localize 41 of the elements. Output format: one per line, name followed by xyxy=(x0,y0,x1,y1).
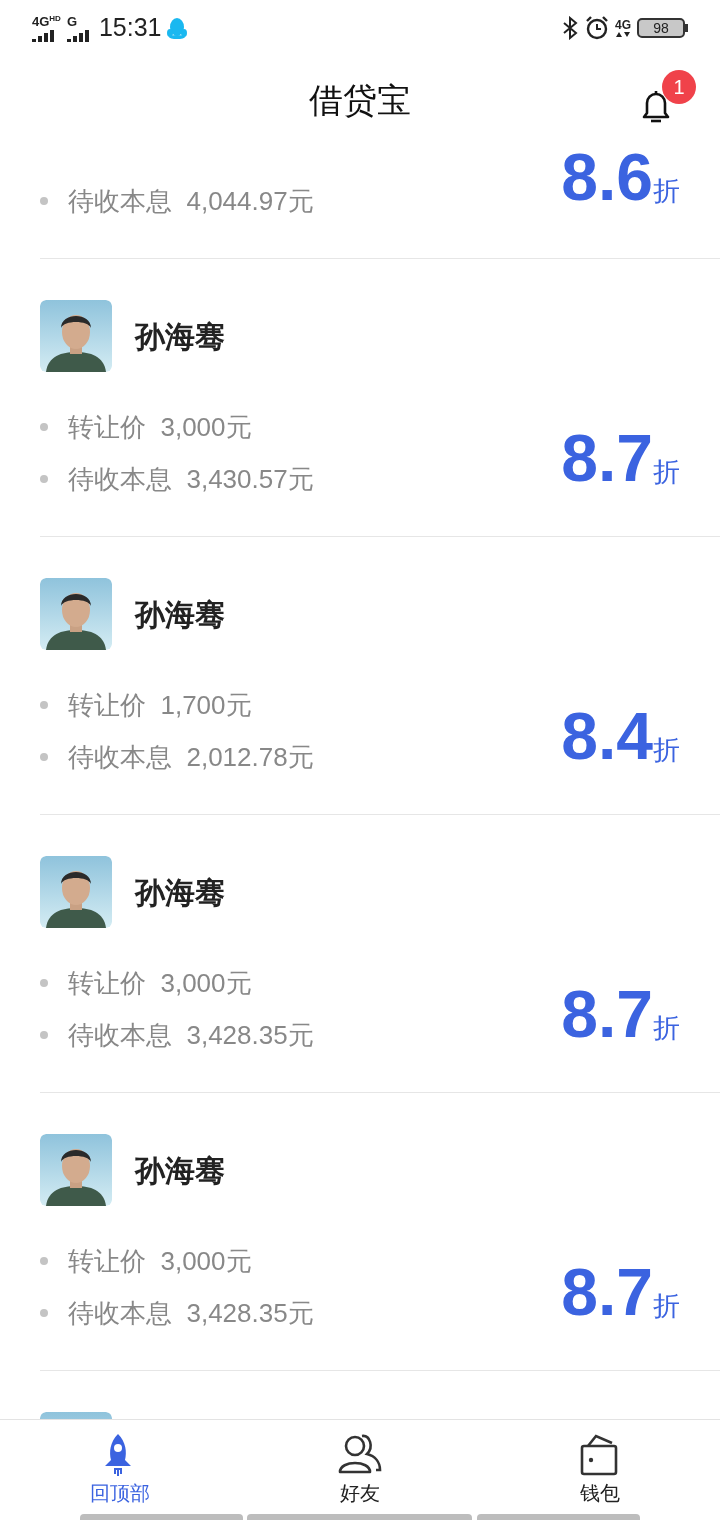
signal-icon xyxy=(32,27,56,42)
notification-badge: 1 xyxy=(662,70,696,104)
discount-value: 8.7 xyxy=(561,1259,653,1325)
network-label: HD xyxy=(49,14,61,23)
network-type: 4G xyxy=(615,18,631,31)
page-title: 借贷宝 xyxy=(309,80,411,121)
detail-text: 待收本息 4,044.97元 xyxy=(68,184,314,218)
tab-button[interactable]: 回顶部 xyxy=(0,1420,240,1514)
detail-text: 待收本息 3,428.35元 xyxy=(68,1018,314,1052)
discount-unit: 折 xyxy=(653,1293,680,1320)
discount-value: 8.7 xyxy=(561,425,653,491)
user-name: 孙海骞 xyxy=(135,874,225,911)
network-type: 4G xyxy=(32,14,50,28)
alarm-icon xyxy=(585,16,609,40)
user-name: 孙海骞 xyxy=(135,1152,225,1189)
detail-text: 待收本息 3,430.57元 xyxy=(68,462,314,496)
data-arrows-icon xyxy=(615,30,631,38)
user-name: 孙海骞 xyxy=(135,596,225,633)
status-time: 15:31 xyxy=(98,12,162,44)
detail-text: 转让价 3,000元 xyxy=(68,966,252,1000)
discount-value: 8.7 xyxy=(561,981,653,1047)
people-icon xyxy=(338,1432,382,1476)
detail-text: 转让价 3,000元 xyxy=(68,410,252,444)
detail-text: 转让价 1,700元 xyxy=(68,688,252,722)
battery-icon: 98 xyxy=(637,18,685,38)
discount-unit: 折 xyxy=(653,1015,680,1042)
detail-text: 待收本息 2,012.78元 xyxy=(68,740,314,774)
discount-unit: 折 xyxy=(653,737,680,764)
discount-value: 8.6 xyxy=(561,145,653,210)
detail-text: 待收本息 3,428.35元 xyxy=(68,1296,314,1330)
user-name: 孙海骞 xyxy=(135,318,225,355)
penguin-icon xyxy=(167,16,188,40)
discount-unit: 折 xyxy=(653,178,680,205)
signal-icon xyxy=(66,27,91,42)
tab-button[interactable]: 钱包 xyxy=(480,1420,720,1514)
network-type: G xyxy=(66,14,78,28)
detail-text: 转让价 3,000元 xyxy=(68,1244,252,1278)
discount-value: 8.4 xyxy=(561,703,653,769)
tab-button[interactable]: 好友 xyxy=(240,1420,480,1514)
bluetooth-icon xyxy=(561,16,579,40)
discount-unit: 折 xyxy=(653,459,680,486)
